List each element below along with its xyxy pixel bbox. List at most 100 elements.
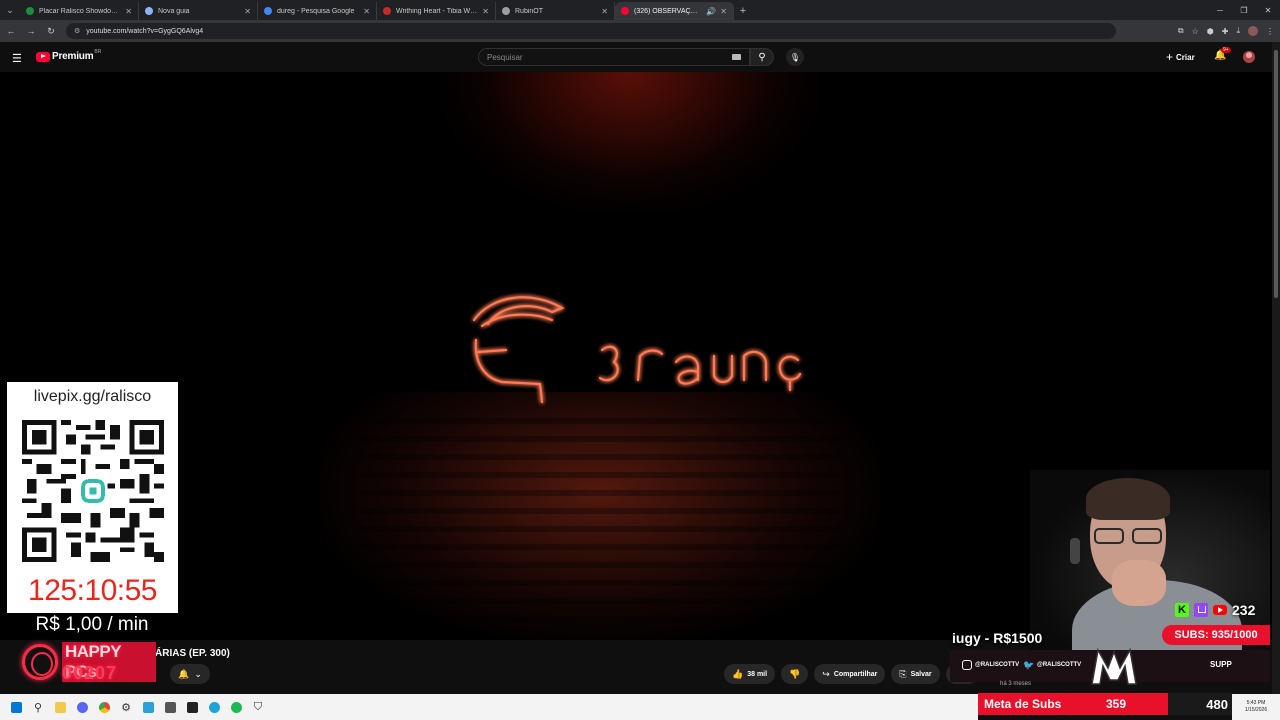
- thumbs-down-icon: 👎: [789, 668, 801, 679]
- new-tab-button[interactable]: +: [734, 2, 752, 20]
- browser-tab[interactable]: dureg - Pesquisa Google ✕: [258, 2, 377, 20]
- terminal-icon[interactable]: [184, 699, 200, 715]
- scrollbar-thumb[interactable]: [1274, 50, 1278, 298]
- search-button[interactable]: ⚲: [750, 48, 774, 66]
- screen: ⌄ Placar Ralisco Showdown #3 - ✕ Nova gu…: [0, 0, 1280, 720]
- browser-edge-icon[interactable]: [206, 699, 222, 715]
- background-video-meta: há 3 meses: [1000, 681, 1032, 687]
- taskbar-clock[interactable]: 5:43 PM 1/15/2026: [1232, 694, 1280, 720]
- share-icon: ↪: [822, 668, 830, 679]
- browser-tab[interactable]: Writhing Heart - Tibia Wiki - A ✕: [377, 2, 496, 20]
- file-explorer-icon[interactable]: [52, 699, 68, 715]
- tab-audio-icon[interactable]: 🔊: [706, 7, 716, 16]
- taskbar-search-icon[interactable]: ⚲: [30, 699, 46, 715]
- browser-tab-active[interactable]: (326) OBSERVAÇÕES DIÁRI 🔊 ✕: [615, 2, 734, 20]
- reload-icon[interactable]: ↻: [42, 22, 60, 40]
- extension-icon[interactable]: ⬢: [1207, 27, 1214, 36]
- tab-search-icon[interactable]: ⌄: [0, 0, 20, 20]
- sponsor-logo-icon: [22, 644, 58, 680]
- tab-title: (326) OBSERVAÇÕES DIÁRI: [634, 7, 703, 15]
- video-title: ÁRIAS (EP. 300): [155, 648, 230, 659]
- tab-close-icon[interactable]: ✕: [601, 7, 608, 16]
- notifications-button[interactable]: 🔔 9+: [1214, 47, 1231, 61]
- clock-time: 5:43 PM: [1246, 700, 1266, 706]
- tab-favicon-icon: [26, 7, 34, 15]
- browser-tab[interactable]: Placar Ralisco Showdown #3 - ✕: [20, 2, 139, 20]
- webcam-headset: [1070, 538, 1080, 564]
- restore-icon[interactable]: ❐: [1232, 0, 1256, 20]
- video-light-glow: [440, 72, 820, 212]
- supp-label: SUPP: [1210, 660, 1232, 669]
- dislike-button[interactable]: 👎: [781, 664, 809, 684]
- shield-icon[interactable]: ⛉: [250, 699, 266, 715]
- kick-icon: K: [1175, 603, 1189, 617]
- chrome-icon[interactable]: [96, 699, 112, 715]
- subathon-timer: 125:10:55: [28, 574, 157, 607]
- video-floor-pattern: [360, 412, 840, 622]
- tab-close-icon[interactable]: ✕: [720, 7, 727, 16]
- create-button[interactable]: + Criar: [1166, 50, 1195, 64]
- address-url: youtube.com/watch?v=GygGQ6Alvg4: [86, 27, 204, 35]
- video-actions: 👍 38 mil 👎 ↪ Compartilhar ⎘ Salvar ✂ C: [724, 664, 979, 684]
- streamer-webcam: [1030, 470, 1270, 650]
- tab-title: dureg - Pesquisa Google: [277, 7, 355, 15]
- address-bar[interactable]: ⚙ youtube.com/watch?v=GygGQ6Alvg4: [66, 23, 1116, 39]
- discord-icon[interactable]: [74, 699, 90, 715]
- twitter-bird-icon: 🐦: [1023, 659, 1035, 670]
- qr-code-image: [22, 420, 164, 562]
- account-avatar[interactable]: [1243, 51, 1255, 63]
- subscribe-bell-button[interactable]: 🔔 ⌄: [170, 664, 210, 684]
- search-input[interactable]: Pesquisar: [478, 48, 750, 66]
- subs-goal-value: 359: [1105, 697, 1126, 711]
- create-label: Criar: [1176, 52, 1195, 62]
- forward-icon[interactable]: →: [22, 22, 40, 40]
- tab-close-icon[interactable]: ✕: [125, 7, 132, 16]
- donation-rate: R$ 1,00 / min: [35, 614, 149, 635]
- tab-close-icon[interactable]: ✕: [482, 7, 489, 16]
- bell-icon: 🔔: [178, 668, 190, 679]
- share-button[interactable]: ↪ Compartilhar: [814, 664, 886, 684]
- tab-close-icon[interactable]: ✕: [244, 7, 251, 16]
- livepix-overlay: livepix.gg/ralisco 125:10:55: [7, 382, 178, 613]
- install-app-icon[interactable]: ⧉: [1178, 26, 1184, 36]
- twitter-handle: 🐦 @RALISCOTTV: [1023, 659, 1081, 670]
- like-count: 38 mil: [747, 670, 768, 678]
- profile-avatar[interactable]: [1248, 26, 1258, 36]
- browser-menu-icon[interactable]: ⋮: [1266, 27, 1274, 36]
- windows-start-icon[interactable]: [8, 699, 24, 715]
- notification-badge: 9+: [1221, 47, 1231, 53]
- settings-gear-icon[interactable]: ⚙: [118, 699, 134, 715]
- browser-toolbar: ← → ↻ ⚙ youtube.com/watch?v=GygGQ6Alvg4 …: [0, 20, 1280, 42]
- webcam-hair: [1086, 478, 1170, 520]
- save-button[interactable]: ⎘ Salvar: [891, 664, 940, 684]
- bookmark-icon: ⎘: [899, 668, 907, 679]
- browser-tab[interactable]: RubinOT ✕: [496, 2, 615, 20]
- thumbs-up-icon: 👍: [732, 668, 744, 679]
- keyboard-icon[interactable]: [732, 54, 741, 60]
- minimize-icon[interactable]: ─: [1208, 0, 1232, 20]
- calculator-icon[interactable]: [162, 699, 178, 715]
- windows-taskbar: ⚲ ⚙ ⛉: [0, 694, 978, 720]
- close-window-icon[interactable]: ✕: [1256, 0, 1280, 20]
- youtube-header: ☰ Premium BR Pesquisar ⚲ 🎙 + Criar 🔔 9+: [0, 42, 1280, 72]
- platform-counts: K 232: [1175, 602, 1255, 618]
- window-controls: ─ ❐ ✕: [1208, 0, 1280, 20]
- tab-close-icon[interactable]: ✕: [363, 7, 370, 16]
- spotify-icon[interactable]: [228, 699, 244, 715]
- neon-helmet-logo: [472, 296, 802, 404]
- bookmark-star-icon[interactable]: ☆: [1192, 27, 1199, 36]
- back-icon[interactable]: ←: [2, 22, 20, 40]
- download-icon[interactable]: ⤓: [1236, 26, 1240, 36]
- tab-favicon-icon: [383, 7, 391, 15]
- hamburger-menu-icon[interactable]: ☰: [12, 52, 22, 65]
- youtube-logo[interactable]: Premium BR: [36, 49, 101, 62]
- extensions-puzzle-icon[interactable]: ✚: [1222, 27, 1229, 36]
- site-info-icon[interactable]: ⚙: [74, 27, 80, 35]
- browser-tab[interactable]: Nova guia ✕: [139, 2, 258, 20]
- instagram-text: @RALISCOTTV: [975, 662, 1020, 668]
- like-button[interactable]: 👍 38 mil: [724, 664, 776, 684]
- webcam-glasses: [1094, 528, 1164, 546]
- page-scrollbar[interactable]: [1272, 42, 1280, 694]
- notepad-icon[interactable]: [140, 699, 156, 715]
- voice-search-button[interactable]: 🎙: [786, 48, 804, 66]
